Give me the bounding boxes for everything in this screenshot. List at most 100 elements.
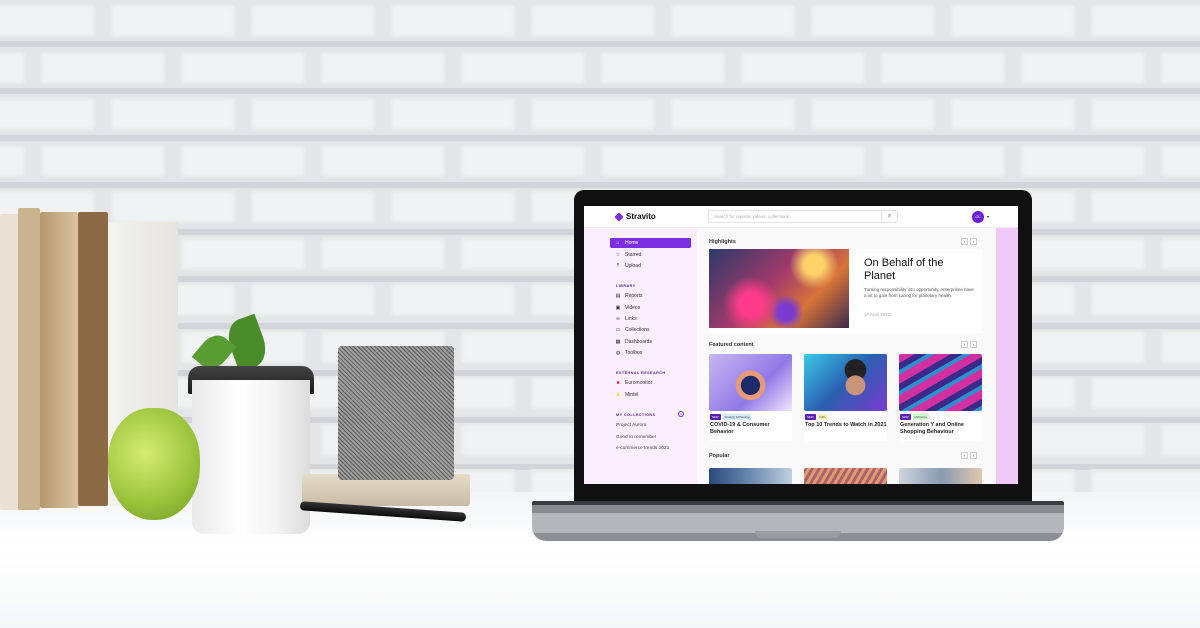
app-header: Stravito Search for reports, videos, col… (584, 206, 1018, 228)
sidebar-item-upload[interactable]: ⤒ Upload (610, 261, 691, 271)
new-badge: NEW (710, 414, 721, 420)
sidebar-item-label: Starred (625, 252, 642, 258)
right-rail (996, 228, 1018, 484)
sidebar: ⌂ Home ☆ Starred ⤒ Upload LIBRARY ▤ Repo… (584, 228, 697, 484)
sidebar-item-home[interactable]: ⌂ Home (610, 238, 691, 248)
chevron-left-icon[interactable]: ‹ (961, 238, 968, 245)
brick (250, 97, 376, 131)
brick (1020, 329, 1146, 364)
sidebar-item-label: Dashboards (625, 339, 652, 345)
brick (740, 143, 866, 178)
new-badge: NEW (900, 414, 911, 420)
dashboard-icon: ▦ (615, 339, 621, 345)
category-tag: R&D (817, 414, 828, 420)
book (18, 208, 40, 510)
search-icon[interactable]: ⌕ (881, 211, 897, 222)
brick (530, 4, 656, 38)
chevron-right-icon[interactable]: › (970, 452, 977, 459)
brick (1020, 422, 1146, 457)
sidebar-item-links[interactable]: ∞ Links (610, 314, 691, 324)
brick (0, 50, 26, 85)
popular-card-image[interactable] (899, 468, 982, 484)
card-image (804, 354, 887, 411)
brick (1090, 190, 1200, 224)
chevron-left-icon[interactable]: ‹ (961, 452, 968, 459)
brick (810, 97, 936, 131)
brick (1160, 50, 1200, 85)
collection-item[interactable]: Project Aurora (616, 423, 646, 428)
category-tag: Strategy & Planning (722, 414, 752, 420)
chevron-right-icon[interactable]: › (970, 238, 977, 245)
brick (390, 4, 516, 38)
brick (250, 283, 376, 317)
stravito-logo-icon (614, 211, 624, 222)
chevron-left-icon[interactable]: ‹ (961, 341, 968, 348)
content-card[interactable]: NEW R&D Top 10 Trends to Watch in 2021 (804, 354, 887, 441)
brick (390, 190, 516, 224)
brick (180, 143, 306, 178)
sidebar-item-label: Videos (625, 305, 641, 311)
coffee-cup (192, 380, 310, 534)
card-image (709, 354, 792, 411)
search-input[interactable]: Search for reports, videos, collections.… (709, 214, 881, 219)
card-title: Top 10 Trends to Watch in 2021 (805, 422, 887, 428)
brick-row (0, 143, 1200, 178)
content-card[interactable]: NEW Marketing Generation Y and Online Sh… (899, 354, 982, 441)
brand-logo[interactable]: Stravito (614, 211, 656, 222)
highlights-title: Highlights (709, 239, 736, 245)
brick (180, 236, 306, 271)
brick (1090, 97, 1200, 131)
sidebar-item-mintel[interactable]: ■ Mintel (610, 390, 691, 400)
brick (0, 97, 96, 131)
collection-item[interactable]: Good to remember (616, 435, 656, 440)
sidebar-item-euromonitor[interactable]: ■ Euromonitor (610, 378, 691, 388)
popular-card-image[interactable] (804, 468, 887, 484)
brick (670, 4, 796, 38)
chevron-right-icon[interactable]: › (970, 341, 977, 348)
brick (950, 4, 1076, 38)
sidebar-item-dashboards[interactable]: ▦ Dashboards (610, 337, 691, 347)
brick (460, 422, 586, 457)
video-icon: ▣ (615, 305, 621, 311)
card-image (899, 354, 982, 411)
brick (600, 50, 726, 85)
brick (1090, 4, 1200, 38)
pencil-holder (338, 346, 454, 480)
brick (1160, 143, 1200, 178)
add-collection-icon[interactable]: + (678, 411, 684, 417)
chevron-down-icon[interactable]: ▾ (987, 214, 989, 219)
featured-carousel-controls: ‹ › (961, 341, 977, 348)
avatar[interactable]: GC (972, 211, 984, 223)
sidebar-item-videos[interactable]: ▣ Videos (610, 303, 691, 313)
brick (110, 4, 236, 38)
highlight-card[interactable]: On Behalf of the Planet Turning responsi… (709, 249, 982, 333)
home-icon: ⌂ (616, 240, 620, 246)
sidebar-item-toolbox[interactable]: ◍ Toolbox (610, 348, 691, 358)
sidebar-item-label: Collections (625, 327, 650, 333)
laptop-notch (755, 531, 841, 538)
popular-card-image[interactable] (709, 468, 792, 484)
brick (460, 50, 586, 85)
collection-item[interactable]: e-commerce trends 2021 (616, 446, 669, 451)
sidebar-item-label: Home (625, 240, 639, 246)
brick (320, 236, 446, 271)
brick (740, 50, 866, 85)
content-card[interactable]: NEW Strategy & Planning COVID-19 & Consu… (709, 354, 792, 441)
new-badge: NEW (805, 414, 816, 420)
search-bar[interactable]: Search for reports, videos, collections.… (708, 210, 898, 223)
category-tag: Marketing (912, 414, 929, 420)
laptop-screen: Stravito Search for reports, videos, col… (584, 206, 1018, 484)
sidebar-item-label: Reports (625, 293, 643, 299)
brick (810, 4, 936, 38)
sidebar-item-collections[interactable]: ▭ Collections (610, 325, 691, 335)
brick (1090, 283, 1200, 317)
brick (880, 50, 1006, 85)
brick (530, 97, 656, 131)
brick-row (0, 97, 1200, 131)
sidebar-item-label: Upload (625, 263, 641, 269)
sidebar-item-starred[interactable]: ☆ Starred (610, 250, 691, 260)
book (78, 212, 108, 506)
brick (320, 50, 446, 85)
sidebar-item-reports[interactable]: ▤ Reports (610, 291, 691, 301)
brand-name: Stravito (626, 212, 656, 221)
